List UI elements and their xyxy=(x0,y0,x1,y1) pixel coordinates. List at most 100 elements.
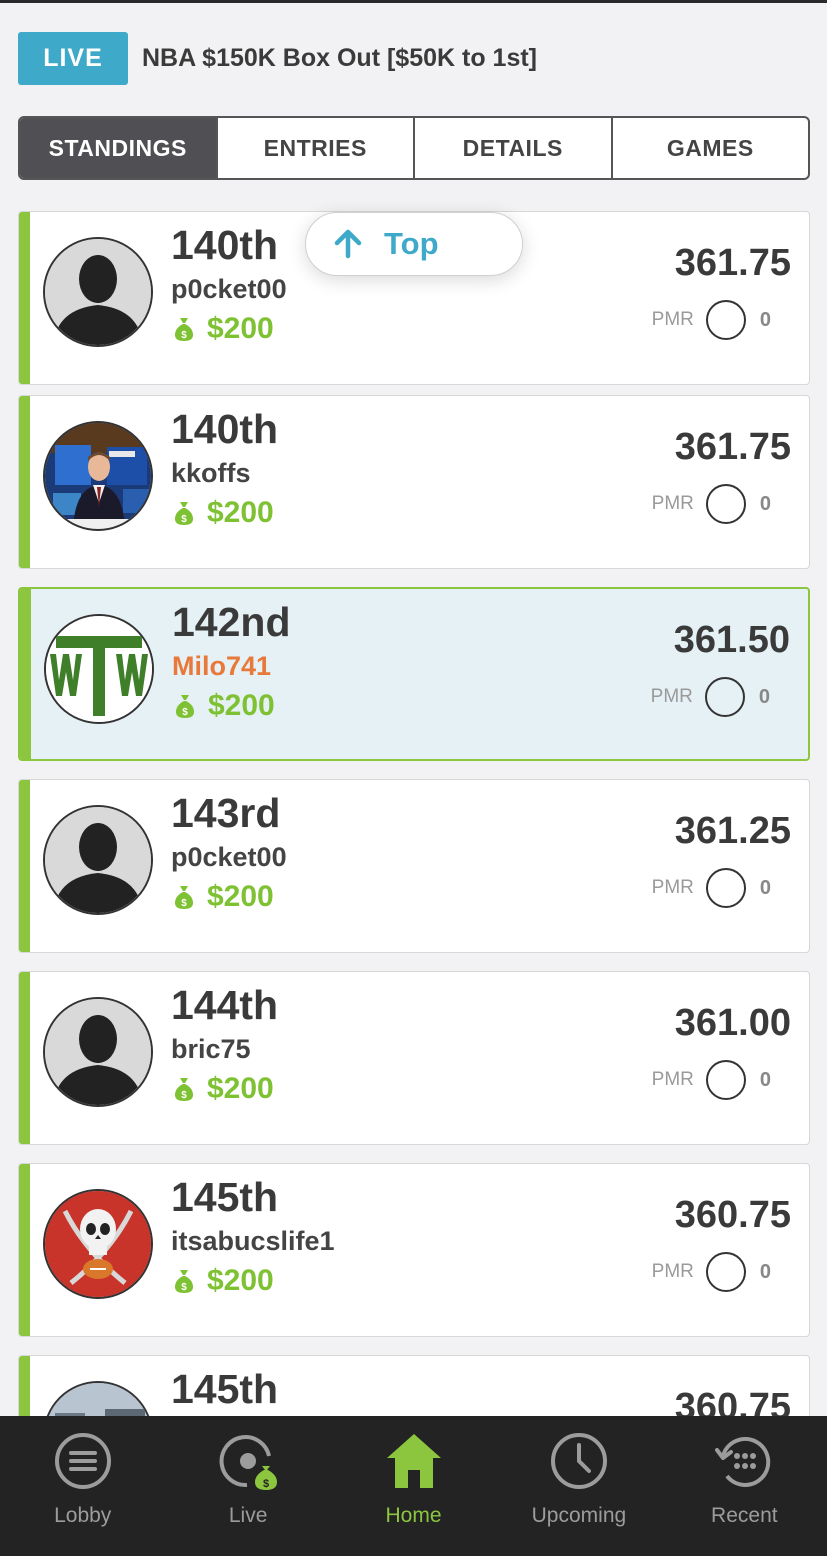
standings-row[interactable]: 145th itsabucslife1 $ $200 360.75 PMR 0 xyxy=(18,1163,810,1337)
contest-title: NBA $150K Box Out [$50K to 1st] xyxy=(142,44,537,72)
row-accent-bar xyxy=(19,1356,30,1416)
pmr-label: PMR xyxy=(651,1261,694,1282)
nav-recent[interactable]: Recent xyxy=(662,1416,827,1556)
tab-bar: STANDINGS ENTRIES DETAILS GAMES xyxy=(18,116,810,180)
row-accent-bar xyxy=(19,972,30,1144)
avatar[interactable] xyxy=(43,237,153,347)
entry-prize-value: $200 xyxy=(207,1072,274,1105)
entry-pmr: PMR 0 xyxy=(652,868,771,908)
entry-pmr: PMR 0 xyxy=(652,300,771,340)
entry-username[interactable]: p0cket00 xyxy=(171,274,287,305)
entry-prize: $ $200 xyxy=(171,496,274,530)
standings-row[interactable]: 140th kkoffs $ $200 361.75 PMR 0 xyxy=(18,395,810,569)
entry-points: 361.25 xyxy=(674,810,791,852)
svg-text:$: $ xyxy=(181,1282,187,1293)
entry-rank: 144th xyxy=(171,982,279,1028)
entry-prize: $ $200 xyxy=(171,1264,274,1298)
user-photo-icon xyxy=(45,1383,151,1416)
pmr-label: PMR xyxy=(651,1069,694,1090)
entry-username[interactable]: itsabucslife1 xyxy=(171,1226,335,1257)
live-badge: LIVE xyxy=(18,32,128,85)
scroll-to-top-button[interactable]: Top xyxy=(305,212,523,276)
pmr-progress-circle xyxy=(705,300,746,340)
entry-prize: $ $200 xyxy=(172,689,275,723)
nav-home[interactable]: Home xyxy=(331,1416,496,1556)
entry-prize: $ $200 xyxy=(171,312,274,346)
arrow-up-icon xyxy=(334,229,362,259)
clock-icon xyxy=(550,1433,607,1489)
svg-text:$: $ xyxy=(263,1478,269,1490)
row-accent-bar xyxy=(19,780,30,952)
nav-label: Home xyxy=(385,1504,442,1527)
wtw-logo-icon xyxy=(46,616,152,722)
tab-standings[interactable]: STANDINGS xyxy=(20,118,216,178)
standings-row[interactable]: 145th 360.75 xyxy=(18,1355,810,1416)
contest-header: LIVE NBA $150K Box Out [$50K to 1st] xyxy=(18,32,537,85)
avatar[interactable] xyxy=(43,805,153,915)
tab-games[interactable]: GAMES xyxy=(610,118,809,178)
pmr-value: 0 xyxy=(759,492,771,515)
pmr-progress-circle xyxy=(705,1252,746,1292)
avatar[interactable] xyxy=(43,1189,153,1299)
money-bag-icon: $ xyxy=(175,318,193,341)
pmr-label: PMR xyxy=(651,309,694,330)
lobby-icon xyxy=(54,1433,111,1489)
pmr-progress-circle xyxy=(705,484,746,524)
avatar[interactable] xyxy=(43,421,153,531)
tab-details[interactable]: DETAILS xyxy=(413,118,611,178)
entry-username[interactable]: bric75 xyxy=(171,1034,251,1065)
svg-text:$: $ xyxy=(181,1090,187,1101)
svg-text:$: $ xyxy=(181,330,187,341)
entry-pmr: PMR 0 xyxy=(651,677,770,717)
svg-text:$: $ xyxy=(181,514,187,525)
entry-rank: 143rd xyxy=(171,790,281,836)
pmr-label: PMR xyxy=(651,877,694,898)
money-bag-icon: $ xyxy=(176,695,194,718)
tab-entries[interactable]: ENTRIES xyxy=(215,118,414,178)
nav-live[interactable]: $ Live xyxy=(165,1416,330,1556)
pmr-value: 0 xyxy=(758,685,770,708)
pmr-value: 0 xyxy=(759,308,771,331)
pirate-flag-icon xyxy=(45,1191,151,1297)
entry-pmr: PMR 0 xyxy=(652,1252,771,1292)
nav-label: Recent xyxy=(711,1504,778,1527)
entry-username[interactable]: kkoffs xyxy=(171,458,251,489)
user-silhouette-icon xyxy=(45,999,151,1105)
nav-lobby[interactable]: Lobby xyxy=(0,1416,165,1556)
entry-prize-value: $200 xyxy=(207,312,274,345)
history-icon xyxy=(715,1437,771,1487)
live-icon: $ xyxy=(219,1435,278,1490)
entry-username[interactable]: Milo741 xyxy=(172,651,271,682)
row-accent-bar xyxy=(19,396,30,568)
pmr-value: 0 xyxy=(759,1260,771,1283)
row-accent-bar xyxy=(19,212,30,384)
entry-points: 361.50 xyxy=(673,619,790,661)
entry-prize-value: $200 xyxy=(208,689,275,722)
nav-upcoming[interactable]: Upcoming xyxy=(496,1416,661,1556)
entry-rank: 145th xyxy=(171,1174,279,1220)
avatar[interactable] xyxy=(43,1381,153,1416)
user-silhouette-icon xyxy=(45,807,151,913)
avatar[interactable] xyxy=(44,614,154,724)
money-bag-icon: $ xyxy=(175,1270,193,1293)
bottom-nav: Lobby $ Live Home Upcoming Recent xyxy=(0,1416,827,1556)
user-photo-icon xyxy=(45,423,151,529)
standings-list[interactable]: 140th p0cket00 $ $200 361.75 PMR 0 140th… xyxy=(0,211,827,1416)
row-accent-bar xyxy=(19,1164,30,1336)
home-icon xyxy=(386,1434,441,1488)
entry-prize-value: $200 xyxy=(207,880,274,913)
pmr-label: PMR xyxy=(650,686,693,707)
pmr-progress-circle xyxy=(705,868,746,908)
entry-points: 360.75 xyxy=(674,1386,791,1416)
standings-row[interactable]: 143rd p0cket00 $ $200 361.25 PMR 0 xyxy=(18,779,810,953)
user-silhouette-icon xyxy=(45,239,151,345)
avatar[interactable] xyxy=(43,997,153,1107)
entry-pmr: PMR 0 xyxy=(652,1060,771,1100)
money-bag-icon: $ xyxy=(175,886,193,909)
standings-row[interactable]: 144th bric75 $ $200 361.00 PMR 0 xyxy=(18,971,810,1145)
entry-rank: 142nd xyxy=(172,599,291,645)
entry-username[interactable]: p0cket00 xyxy=(171,842,287,873)
nav-label: Lobby xyxy=(54,1504,112,1527)
standings-row-current-user[interactable]: 142nd Milo741 $ $200 361.50 PMR 0 xyxy=(18,587,810,761)
entry-rank: 140th xyxy=(171,406,279,452)
